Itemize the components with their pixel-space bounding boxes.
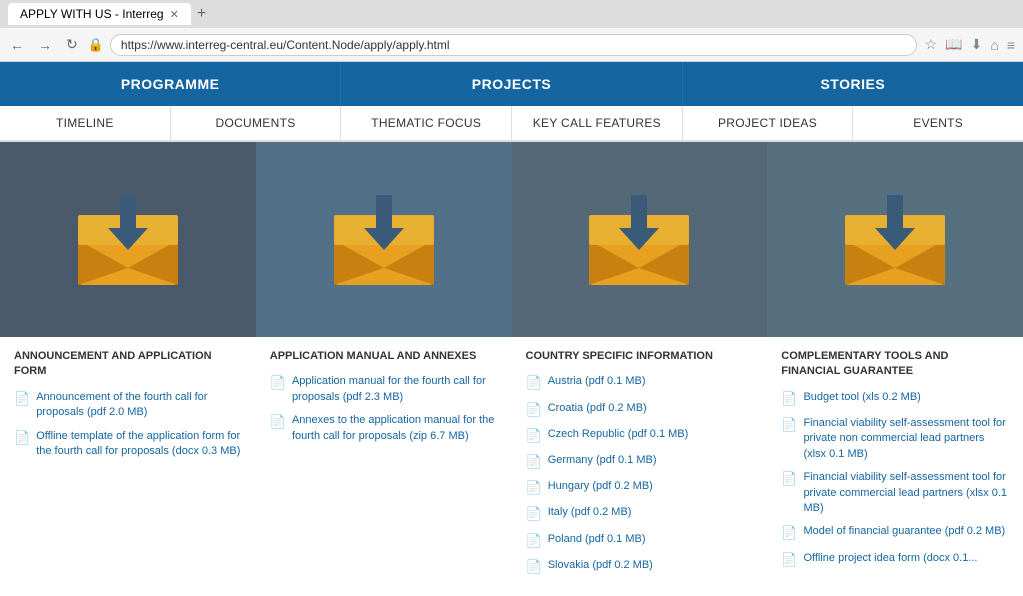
download-link[interactable]: Financial viability self-assessment tool… (803, 416, 1009, 462)
card-image-country-specific (512, 142, 768, 337)
card-application-manual: APPLICATION MANUAL AND ANNEXES 📄 Applica… (256, 142, 512, 596)
download-link[interactable]: Italy (pdf 0.2 MB) (548, 505, 632, 520)
bookmark-star-icon[interactable]: ☆ (923, 34, 940, 55)
download-link[interactable]: Application manual for the fourth call f… (292, 374, 498, 405)
download-link[interactable]: Croatia (pdf 0.2 MB) (548, 401, 647, 416)
file-icon: 📄 (526, 505, 542, 523)
nav-timeline[interactable]: TIMELINE (0, 106, 171, 140)
download-link[interactable]: Model of financial guarantee (pdf 0.2 MB… (803, 524, 1005, 539)
download-link[interactable]: Slovakia (pdf 0.2 MB) (548, 558, 653, 573)
back-button[interactable]: ← (6, 35, 28, 55)
tab-title: APPLY WITH US - Interreg (20, 7, 164, 21)
nav-thematic-focus[interactable]: THEMATIC FOCUS (341, 106, 512, 140)
file-icon: 📄 (526, 532, 542, 550)
download-link[interactable]: Germany (pdf 0.1 MB) (548, 453, 657, 468)
list-item: 📄 Financial viability self-assessment to… (781, 416, 1009, 462)
list-item: 📄 Czech Republic (pdf 0.1 MB) (526, 427, 754, 445)
file-icon: 📄 (526, 453, 542, 471)
file-icon: 📄 (270, 413, 286, 431)
browser-actions: ☆ 📖 ⬇ ⌂ ≡ (923, 34, 1017, 55)
file-icon: 📄 (270, 374, 286, 392)
browser-titlebar: APPLY WITH US - Interreg ✕ + (0, 0, 1023, 28)
card-announcement: ANNOUNCEMENT AND APPLICATION FORM 📄 Anno… (0, 142, 256, 596)
list-item: 📄 Italy (pdf 0.2 MB) (526, 505, 754, 523)
download-link[interactable]: Offline template of the application form… (36, 429, 242, 460)
card-title-application-manual: APPLICATION MANUAL AND ANNEXES (270, 349, 498, 364)
list-item: 📄 Budget tool (xls 0.2 MB) (781, 390, 1009, 408)
refresh-button[interactable]: ↻ (62, 34, 82, 55)
file-icon: 📄 (781, 390, 797, 408)
tab-close-icon[interactable]: ✕ (170, 8, 179, 21)
file-icon: 📄 (781, 524, 797, 542)
card-title-announcement: ANNOUNCEMENT AND APPLICATION FORM (14, 349, 242, 380)
card-image-announcement (0, 142, 256, 337)
file-icon: 📄 (526, 479, 542, 497)
primary-nav: PROGRAMME PROJECTS STORIES (0, 62, 1023, 106)
new-tab-button[interactable]: + (197, 5, 206, 23)
nav-events[interactable]: EVENTS (853, 106, 1023, 140)
card-image-application-manual (256, 142, 512, 337)
card-body-application-manual: APPLICATION MANUAL AND ANNEXES 📄 Applica… (256, 337, 512, 464)
nav-project-ideas[interactable]: PROJECT IDEAS (683, 106, 854, 140)
file-icon: 📄 (781, 416, 797, 434)
list-item: 📄 Model of financial guarantee (pdf 0.2 … (781, 524, 1009, 542)
list-item: 📄 Slovakia (pdf 0.2 MB) (526, 558, 754, 576)
card-title-complementary-tools: COMPLEMENTARY TOOLS AND FINANCIAL GUARAN… (781, 349, 1009, 380)
download-icon[interactable]: ⬇ (969, 34, 985, 55)
nav-key-call-features[interactable]: KEY CALL FEATURES (512, 106, 683, 140)
list-item: 📄 Poland (pdf 0.1 MB) (526, 532, 754, 550)
download-link[interactable]: Financial viability self-assessment tool… (803, 470, 1009, 516)
card-body-complementary-tools: COMPLEMENTARY TOOLS AND FINANCIAL GUARAN… (767, 337, 1023, 589)
nav-programme[interactable]: PROGRAMME (0, 62, 341, 106)
card-body-country-specific: COUNTRY SPECIFIC INFORMATION 📄 Austria (… (512, 337, 768, 596)
download-link[interactable]: Offline project idea form (docx 0.1... (803, 551, 977, 566)
card-image-complementary-tools (767, 142, 1023, 337)
list-item: 📄 Annexes to the application manual for … (270, 413, 498, 444)
file-icon: 📄 (14, 429, 30, 447)
file-icon: 📄 (781, 470, 797, 488)
download-link[interactable]: Austria (pdf 0.1 MB) (548, 374, 646, 389)
security-lock-icon: 🔒 (88, 37, 104, 53)
download-link[interactable]: Czech Republic (pdf 0.1 MB) (548, 427, 689, 442)
download-link[interactable]: Hungary (pdf 0.2 MB) (548, 479, 653, 494)
browser-tab[interactable]: APPLY WITH US - Interreg ✕ (8, 3, 191, 25)
file-icon: 📄 (526, 427, 542, 445)
list-item: 📄 Germany (pdf 0.1 MB) (526, 453, 754, 471)
nav-documents[interactable]: DOCUMENTS (171, 106, 342, 140)
list-item: 📄 Austria (pdf 0.1 MB) (526, 374, 754, 392)
card-body-announcement: ANNOUNCEMENT AND APPLICATION FORM 📄 Anno… (0, 337, 256, 479)
download-link[interactable]: Poland (pdf 0.1 MB) (548, 532, 646, 547)
secondary-nav: TIMELINE DOCUMENTS THEMATIC FOCUS KEY CA… (0, 106, 1023, 142)
home-icon[interactable]: ⌂ (988, 35, 1000, 55)
file-icon: 📄 (526, 401, 542, 419)
forward-button[interactable]: → (34, 35, 56, 55)
file-icon: 📄 (781, 551, 797, 569)
content-grid: ANNOUNCEMENT AND APPLICATION FORM 📄 Anno… (0, 142, 1023, 596)
download-link[interactable]: Annexes to the application manual for th… (292, 413, 498, 444)
list-item: 📄 Offline template of the application fo… (14, 429, 242, 460)
file-icon: 📄 (526, 374, 542, 392)
main-content: ANNOUNCEMENT AND APPLICATION FORM 📄 Anno… (0, 142, 1023, 596)
nav-projects[interactable]: PROJECTS (341, 62, 682, 106)
card-complementary-tools: COMPLEMENTARY TOOLS AND FINANCIAL GUARAN… (767, 142, 1023, 596)
list-item: 📄 Financial viability self-assessment to… (781, 470, 1009, 516)
download-link[interactable]: Announcement of the fourth call for prop… (36, 390, 242, 421)
card-country-specific: COUNTRY SPECIFIC INFORMATION 📄 Austria (… (512, 142, 768, 596)
download-link[interactable]: Budget tool (xls 0.2 MB) (803, 390, 920, 405)
menu-icon[interactable]: ≡ (1005, 35, 1017, 55)
list-item: 📄 Application manual for the fourth call… (270, 374, 498, 405)
list-item: 📄 Offline project idea form (docx 0.1... (781, 551, 1009, 569)
nav-stories[interactable]: STORIES (683, 62, 1023, 106)
list-item: 📄 Announcement of the fourth call for pr… (14, 390, 242, 421)
file-icon: 📄 (526, 558, 542, 576)
list-item: 📄 Croatia (pdf 0.2 MB) (526, 401, 754, 419)
url-bar[interactable] (110, 34, 917, 56)
reading-list-icon[interactable]: 📖 (943, 34, 964, 55)
list-item: 📄 Hungary (pdf 0.2 MB) (526, 479, 754, 497)
card-title-country-specific: COUNTRY SPECIFIC INFORMATION (526, 349, 754, 364)
browser-toolbar: ← → ↻ 🔒 ☆ 📖 ⬇ ⌂ ≡ (0, 28, 1023, 62)
file-icon: 📄 (14, 390, 30, 408)
